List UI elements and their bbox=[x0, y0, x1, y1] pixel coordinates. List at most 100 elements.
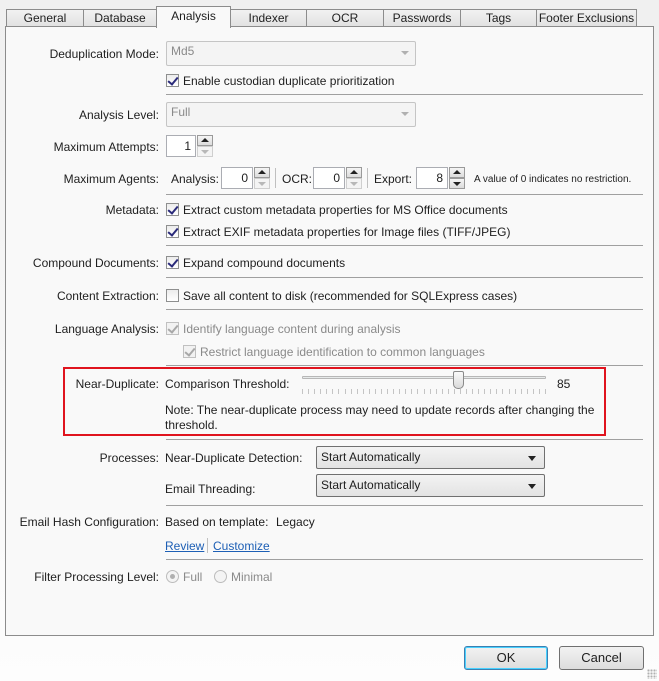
export-agents-label: Export: bbox=[374, 172, 413, 186]
analysis-agents-spinner[interactable]: 0 bbox=[221, 167, 270, 189]
compound-documents-label: Compound Documents: bbox=[32, 256, 159, 270]
restrict-language-checkbox[interactable] bbox=[183, 345, 196, 358]
slider-tick bbox=[533, 389, 534, 394]
max-attempts-label: Maximum Attempts: bbox=[53, 140, 159, 154]
ok-button[interactable]: OK bbox=[464, 646, 548, 670]
divider bbox=[166, 94, 643, 95]
increment-button[interactable] bbox=[346, 167, 362, 178]
divider bbox=[166, 194, 643, 195]
language-analysis-label: Language Analysis: bbox=[54, 322, 159, 336]
slider-tick bbox=[417, 389, 418, 394]
slider-tick bbox=[430, 389, 431, 394]
custodian-prioritization-label[interactable]: Enable custodian duplicate prioritizatio… bbox=[183, 74, 394, 88]
identify-language-checkbox[interactable] bbox=[166, 322, 179, 335]
tab-analysis[interactable]: Analysis bbox=[156, 6, 231, 28]
exif-metadata-checkbox[interactable] bbox=[166, 225, 179, 238]
slider-tick bbox=[424, 389, 425, 394]
full-radio[interactable] bbox=[166, 570, 179, 583]
comparison-threshold-slider[interactable] bbox=[302, 371, 546, 395]
slider-tick bbox=[302, 389, 303, 394]
slider-tick bbox=[345, 389, 346, 394]
email-threading-value: Start Automatically bbox=[321, 478, 421, 492]
slider-tick bbox=[375, 389, 376, 394]
slider-tick bbox=[405, 389, 406, 394]
slider-tick bbox=[393, 389, 394, 394]
slider-tick bbox=[454, 389, 455, 394]
slider-tick bbox=[460, 389, 461, 394]
expand-compound-label[interactable]: Expand compound documents bbox=[183, 256, 345, 270]
slider-track[interactable] bbox=[302, 376, 546, 379]
filter-level-label: Filter Processing Level: bbox=[34, 570, 159, 584]
divider bbox=[207, 538, 208, 553]
max-attempts-value[interactable]: 1 bbox=[166, 135, 196, 157]
divider bbox=[166, 277, 643, 278]
dedup-mode-combo[interactable]: Md5 bbox=[166, 41, 416, 66]
save-content-label[interactable]: Save all content to disk (recommended fo… bbox=[183, 289, 517, 303]
analysis-level-value: Full bbox=[171, 105, 191, 119]
slider-tick bbox=[521, 389, 522, 394]
minimal-radio-label[interactable]: Minimal bbox=[231, 570, 272, 584]
custodian-prioritization-checkbox[interactable] bbox=[166, 74, 179, 87]
slider-tick bbox=[484, 389, 485, 394]
slider-thumb[interactable] bbox=[453, 371, 464, 389]
ocr-agents-spinner[interactable]: 0 bbox=[313, 167, 362, 189]
minimal-radio[interactable] bbox=[214, 570, 227, 583]
export-agents-value[interactable]: 8 bbox=[416, 167, 448, 189]
divider bbox=[166, 439, 643, 440]
increment-button[interactable] bbox=[449, 167, 465, 178]
slider-tick bbox=[338, 389, 339, 394]
analysis-level-label: Analysis Level: bbox=[78, 108, 159, 122]
chevron-down-icon bbox=[401, 51, 409, 55]
based-on-template-label: Based on template: bbox=[165, 515, 269, 529]
slider-tick bbox=[490, 389, 491, 394]
cancel-button[interactable]: Cancel bbox=[559, 646, 644, 670]
resize-grip-icon[interactable] bbox=[647, 669, 657, 679]
review-link[interactable]: Review bbox=[165, 539, 204, 553]
exif-metadata-label[interactable]: Extract EXIF metadata properties for Ima… bbox=[183, 225, 510, 239]
agents-note: A value of 0 indicates no restriction. bbox=[474, 174, 632, 185]
analysis-panel: Deduplication Mode: Md5 Enable custodian… bbox=[5, 26, 654, 636]
template-name: Legacy bbox=[276, 515, 315, 529]
near-dup-detection-combo[interactable]: Start Automatically bbox=[316, 446, 545, 469]
identify-language-label[interactable]: Identify language content during analysi… bbox=[183, 322, 400, 336]
slider-tick bbox=[381, 389, 382, 394]
office-metadata-label[interactable]: Extract custom metadata properties for M… bbox=[183, 203, 508, 217]
decrement-button[interactable] bbox=[449, 178, 465, 189]
ocr-agents-value[interactable]: 0 bbox=[313, 167, 345, 189]
dedup-mode-label: Deduplication Mode: bbox=[49, 47, 159, 61]
analysis-level-combo[interactable]: Full bbox=[166, 102, 416, 127]
chevron-down-icon bbox=[528, 484, 536, 489]
slider-tick bbox=[369, 389, 370, 394]
decrement-button[interactable] bbox=[346, 178, 362, 189]
increment-button[interactable] bbox=[254, 167, 270, 178]
slider-tick bbox=[502, 389, 503, 394]
dedup-mode-value: Md5 bbox=[171, 44, 195, 58]
processes-label: Processes: bbox=[99, 451, 159, 465]
max-attempts-spinner[interactable]: 1 bbox=[166, 135, 213, 157]
slider-tick bbox=[320, 389, 321, 394]
max-agents-label: Maximum Agents: bbox=[63, 172, 159, 186]
email-threading-label: Email Threading: bbox=[165, 482, 256, 496]
slider-tick bbox=[332, 389, 333, 394]
tab-strip: General Database Analysis Indexer OCR Pa… bbox=[6, 6, 637, 28]
comparison-threshold-label: Comparison Threshold: bbox=[165, 377, 290, 391]
restrict-language-label[interactable]: Restrict language identification to comm… bbox=[200, 345, 485, 359]
expand-compound-checkbox[interactable] bbox=[166, 256, 179, 269]
save-content-checkbox[interactable] bbox=[166, 289, 179, 302]
full-radio-label[interactable]: Full bbox=[183, 570, 202, 584]
email-hash-label: Email Hash Configuration: bbox=[19, 515, 159, 529]
slider-tick bbox=[357, 389, 358, 394]
divider bbox=[166, 505, 643, 506]
ocr-agents-label: OCR: bbox=[282, 172, 312, 186]
analysis-agents-value[interactable]: 0 bbox=[221, 167, 253, 189]
increment-button[interactable] bbox=[197, 135, 213, 146]
office-metadata-checkbox[interactable] bbox=[166, 203, 179, 216]
export-agents-spinner[interactable]: 8 bbox=[416, 167, 465, 189]
decrement-button[interactable] bbox=[254, 178, 270, 189]
customize-link[interactable]: Customize bbox=[213, 539, 270, 553]
decrement-button[interactable] bbox=[197, 146, 213, 157]
divider bbox=[367, 168, 368, 188]
email-threading-combo[interactable]: Start Automatically bbox=[316, 474, 545, 497]
divider bbox=[166, 559, 643, 560]
chevron-down-icon bbox=[401, 112, 409, 116]
